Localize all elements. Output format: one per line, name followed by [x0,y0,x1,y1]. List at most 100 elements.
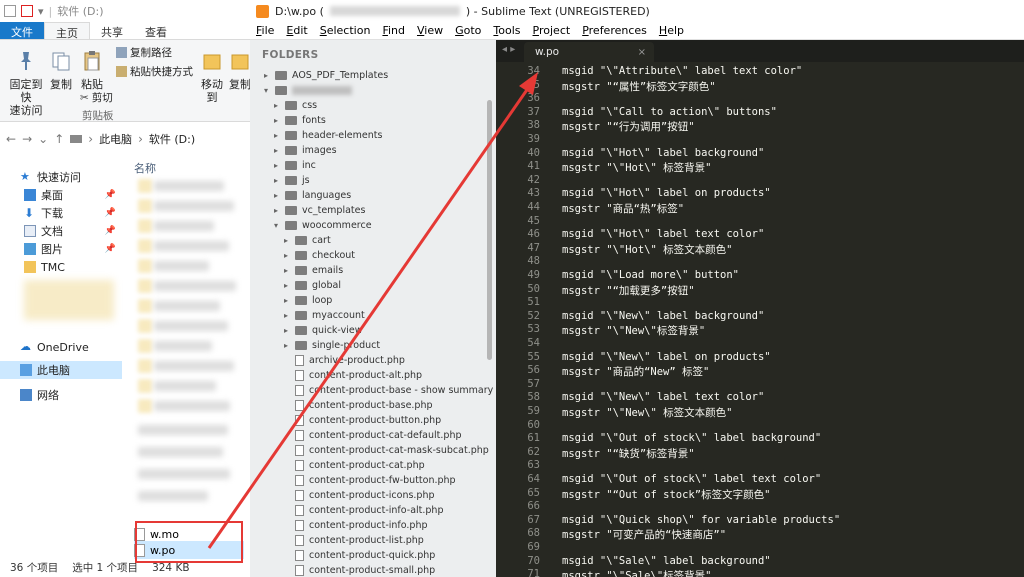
tree-folder[interactable]: ▸ fonts [272,113,326,128]
tree-folder[interactable]: ▸ quick-view [282,323,362,338]
cut-button[interactable]: ✂ 剪切 [80,90,113,105]
tab-home[interactable]: 主页 [44,22,90,40]
nav-desktop[interactable]: 桌面 📌 [0,186,122,204]
tree-folder[interactable]: ▸ global [282,278,341,293]
breadcrumb-drive-d[interactable]: 软件 (D:) [149,131,195,147]
tree-folder[interactable]: ▸ images [272,143,337,158]
code-line[interactable]: msgstr "“Out of stock”标签文字颜色" [562,487,770,502]
dropdown-icon[interactable]: ▾ [38,5,44,18]
collapsed-chevron-icon[interactable]: ▸ [282,296,290,305]
tree-folder[interactable]: ▸ loop [282,293,332,308]
tree-folder[interactable]: ▸ css [272,98,317,113]
code-line[interactable]: msgid "\"New\" label background" [562,310,764,322]
tree-folder[interactable]: ▸ inc [272,158,316,173]
code-line[interactable]: msgstr "\"Sale\"标签背景" [562,568,711,577]
expanded-chevron-icon[interactable]: ▾ [262,86,270,95]
collapsed-chevron-icon[interactable]: ▸ [272,176,280,185]
tab-w-po[interactable]: w.po × [524,42,654,62]
tree-file[interactable]: content-product-list.php [282,533,424,548]
collapsed-chevron-icon[interactable]: ▸ [272,161,280,170]
collapsed-chevron-icon[interactable]: ▸ [272,116,280,125]
tab-file[interactable]: 文件 [0,22,44,39]
code-line[interactable]: msgstr "“属性”标签文字颜色" [562,79,716,94]
collapsed-chevron-icon[interactable]: ▸ [282,311,290,320]
breadcrumb-chevron-icon[interactable]: › [88,132,93,146]
tab-navigation-arrows[interactable]: ◂ ▸ [502,44,515,55]
code-line[interactable]: msgstr "可变产品的“快速商店”" [562,527,726,542]
code-line[interactable]: msgid "\"Attribute\" label text color" [562,65,802,77]
code-line[interactable]: msgid "\"Load more\" button" [562,269,739,281]
code-line[interactable]: msgstr "商品“热”标签" [562,201,684,216]
menu-file[interactable]: File [256,24,274,37]
menu-project[interactable]: Project [533,24,571,37]
tree-file[interactable]: content-product-base.php [282,398,433,413]
collapsed-chevron-icon[interactable]: ▸ [282,281,290,290]
nav-tmc[interactable]: TMC [0,258,122,276]
breadcrumb-this-pc[interactable]: 此电脑 [99,131,132,147]
tree-file[interactable]: content-product-button.php [282,413,441,428]
code-line[interactable]: msgid "\"Out of stock\" label background… [562,432,821,444]
code-line[interactable]: msgid "\"Out of stock\" label text color… [562,473,821,485]
sidebar-scrollbar[interactable] [487,100,492,360]
tree-file[interactable]: content-product-info.php [282,518,428,533]
nav-pictures[interactable]: 图片 📌 [0,240,122,258]
nav-documents[interactable]: 文档 📌 [0,222,122,240]
code-line[interactable]: msgid "\"Hot\" label background" [562,147,764,159]
tree-folder[interactable]: ▸ AOS_PDF_Templates [262,68,388,83]
tree-folder[interactable]: ▾ woocommerce [272,218,372,233]
code-line[interactable]: msgid "\"New\" label on products" [562,351,771,363]
code-line[interactable]: msgstr "“加载更多”按钮" [562,283,695,298]
copy-to-button[interactable]: 复制 [228,50,250,91]
collapsed-chevron-icon[interactable]: ▸ [272,146,280,155]
tree-folder[interactable]: ▸ header-elements [272,128,382,143]
move-to-button[interactable]: 移动到 [198,50,226,104]
nav-onedrive[interactable]: ☁ OneDrive [0,338,122,356]
code-line[interactable]: msgid "\"Hot\" label text color" [562,228,764,240]
tree-file[interactable]: content-product-quick.php [282,548,435,563]
quick-access-toolbar-icon[interactable] [4,5,16,17]
code-line[interactable]: msgid "\"Sale\" label background" [562,555,771,567]
back-arrow-icon[interactable]: ← [6,132,16,146]
tree-folder[interactable]: ▸ myaccount [282,308,365,323]
properties-icon[interactable] [21,5,33,17]
code-line[interactable]: msgid "\"Quick shop\" for variable produ… [562,514,840,526]
recent-dropdown-icon[interactable]: ⌄ [38,132,48,146]
nav-network[interactable]: 网络 [0,386,122,404]
tab-view[interactable]: 查看 [134,22,178,39]
tree-folder[interactable]: ▸ cart [282,233,331,248]
collapsed-chevron-icon[interactable]: ▸ [282,236,290,245]
code-line[interactable]: msgid "\"New\" label text color" [562,391,764,403]
menu-tools[interactable]: Tools [493,24,520,37]
code-line[interactable]: msgstr "\"Hot\" 标签文本颜色" [562,242,732,257]
tree-file[interactable]: content-product-cat-default.php [282,428,462,443]
tree-file[interactable]: content-product-base - show summary on h… [282,383,496,398]
pin-to-quick-access-button[interactable]: 固定到快 速访问 [6,50,46,117]
tree-folder[interactable]: ▸ emails [282,263,343,278]
tree-folder[interactable]: ▸ vc_templates [272,203,365,218]
collapsed-chevron-icon[interactable]: ▸ [272,131,280,140]
code-editor[interactable]: 34 msgid "\"Attribute\" label text color"… [496,62,1024,577]
tree-file[interactable]: content-product-info-alt.php [282,503,443,518]
tab-share[interactable]: 共享 [90,22,134,39]
menu-goto[interactable]: Goto [455,24,481,37]
tree-file[interactable]: content-product-cat-mask-subcat.php [282,443,489,458]
code-line[interactable]: msgstr "“缺货”标签背景" [562,446,695,461]
collapsed-chevron-icon[interactable]: ▸ [272,206,280,215]
tree-file[interactable]: content-product-alt.php [282,368,422,383]
tree-file[interactable]: content-product-icons.php [282,488,435,503]
menu-selection[interactable]: Selection [320,24,371,37]
close-tab-icon[interactable]: × [638,47,646,58]
nav-this-pc[interactable]: 此电脑 [0,361,122,379]
code-line[interactable]: msgstr "“行为调用”按钮" [562,119,695,134]
tree-file[interactable]: content-product-small.php [282,563,435,577]
code-line[interactable]: msgstr "商品的“New” 标签" [562,364,709,379]
menu-edit[interactable]: Edit [286,24,307,37]
collapsed-chevron-icon[interactable]: ▸ [282,341,290,350]
column-header-name[interactable]: 名称 [134,160,156,176]
menu-preferences[interactable]: Preferences [582,24,647,37]
address-bar[interactable]: ← → ⌄ ↑ › 此电脑 › 软件 (D:) [0,127,250,151]
tree-folder[interactable]: ▸ js [272,173,310,188]
collapsed-chevron-icon[interactable]: ▸ [282,266,290,275]
nav-quick-access[interactable]: ★ 快速访问 [0,168,122,186]
expanded-chevron-icon[interactable]: ▾ [272,221,280,230]
